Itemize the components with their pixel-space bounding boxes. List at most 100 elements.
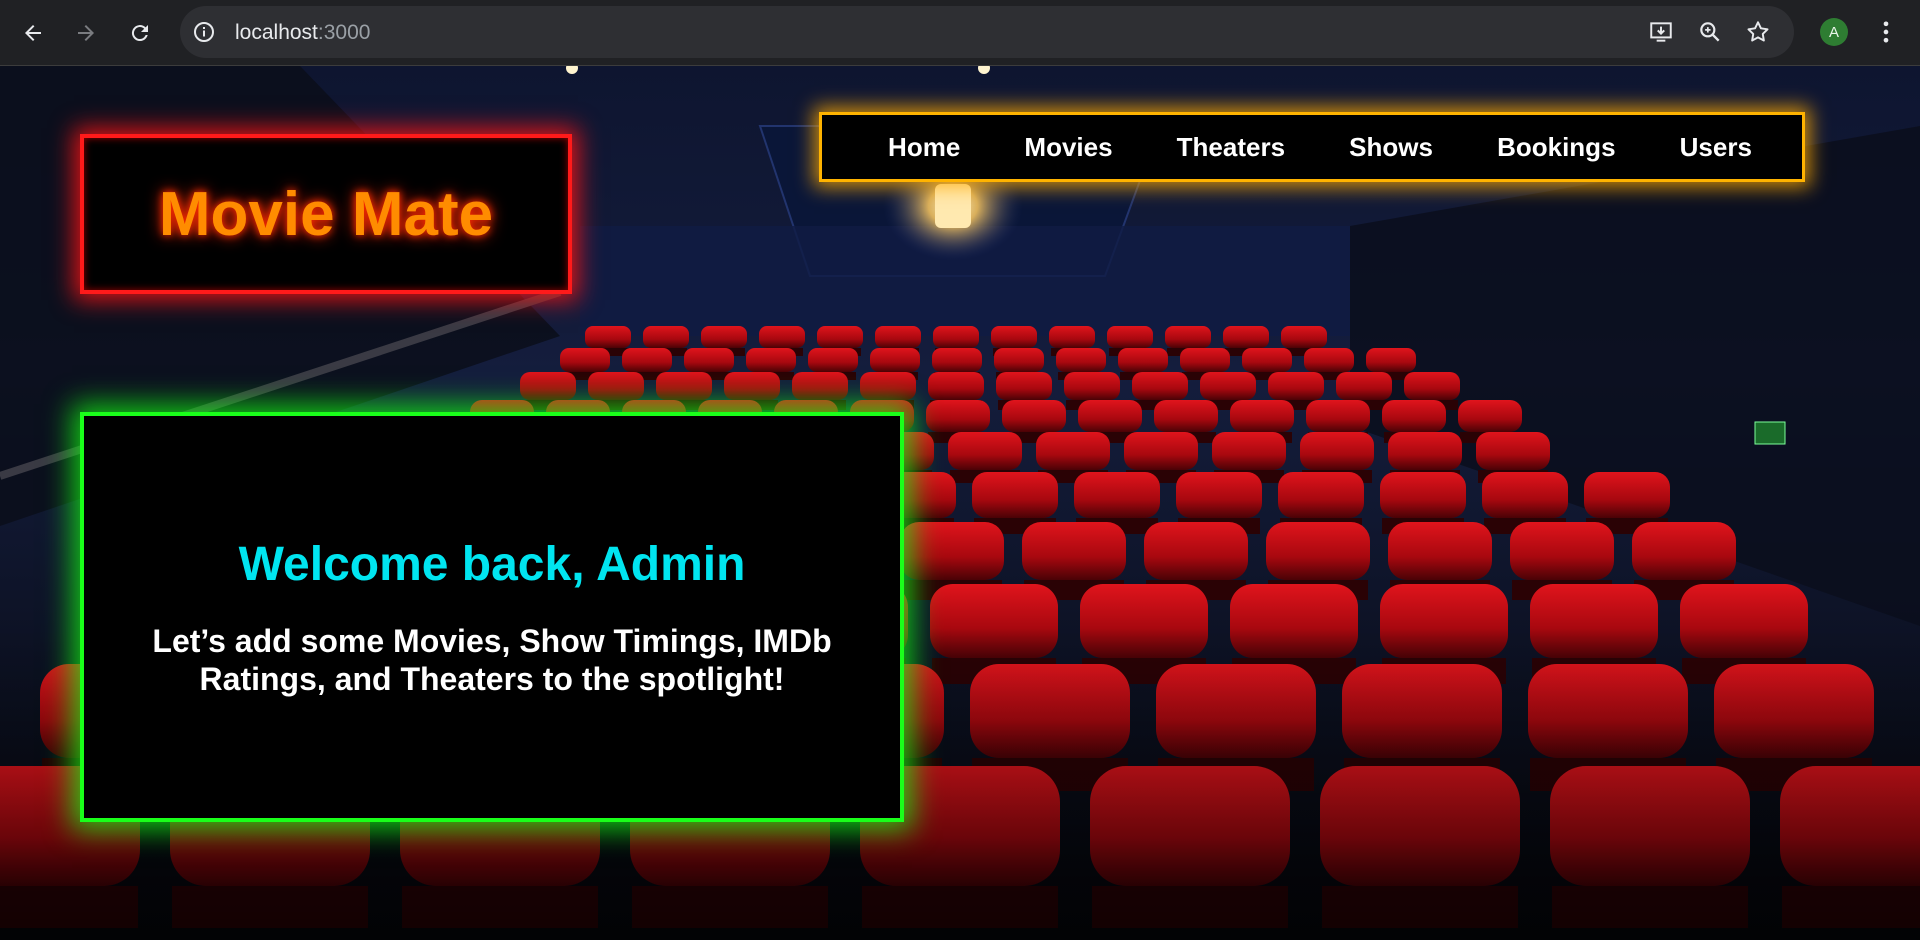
seat-decoration: [972, 472, 1058, 518]
seat-decoration: [900, 522, 1004, 580]
seat-decoration: [792, 372, 848, 400]
seat-decoration: [1336, 372, 1392, 400]
main-navigation: Home Movies Theaters Shows Bookings User…: [819, 112, 1805, 182]
seat-decoration: [1049, 326, 1095, 348]
page-viewport: Movie Mate Home Movies Theaters Shows Bo…: [0, 66, 1920, 940]
nav-theaters[interactable]: Theaters: [1177, 132, 1285, 163]
seat-decoration: [1036, 432, 1110, 470]
seat-decoration: [1200, 372, 1256, 400]
seat-decoration: [585, 326, 631, 348]
seat-decoration: [1242, 348, 1292, 372]
seat-decoration: [1476, 432, 1550, 470]
seat-decoration: [746, 348, 796, 372]
seat-decoration: [684, 348, 734, 372]
seat-decoration: [1107, 326, 1153, 348]
seat-decoration: [1382, 400, 1446, 432]
seat-decoration: [1281, 326, 1327, 348]
seat-decoration: [1180, 348, 1230, 372]
seat-decoration: [996, 372, 1052, 400]
brand-name: Movie Mate: [158, 179, 494, 249]
seat-decoration: [994, 348, 1044, 372]
seat-decoration: [1632, 522, 1736, 580]
brand-logo-box[interactable]: Movie Mate: [80, 134, 572, 294]
seat-decoration: [1074, 472, 1160, 518]
seat-decoration: [928, 372, 984, 400]
seat-decoration: [1223, 326, 1269, 348]
seat-decoration: [1022, 522, 1126, 580]
forward-arrow-icon: [78, 25, 94, 41]
seat-decoration: [1124, 432, 1198, 470]
seat-decoration: [932, 348, 982, 372]
profile-avatar[interactable]: A: [1820, 18, 1848, 46]
reload-icon: [131, 25, 148, 42]
kebab-menu-icon[interactable]: [1872, 18, 1900, 46]
zoom-icon[interactable]: [1697, 19, 1723, 45]
avatar-letter: A: [1828, 23, 1839, 41]
url-text[interactable]: localhost:3000: [235, 21, 370, 45]
seat-decoration: [1078, 400, 1142, 432]
nav-home[interactable]: Home: [888, 132, 960, 163]
reload-button[interactable]: [120, 13, 160, 53]
url-port: :3000: [317, 21, 371, 44]
seat-decoration: [1144, 522, 1248, 580]
nav-users[interactable]: Users: [1680, 132, 1752, 163]
install-app-icon[interactable]: [1648, 19, 1674, 45]
seat-decoration: [1132, 372, 1188, 400]
seat-decoration: [701, 326, 747, 348]
seat-decoration: [1118, 348, 1168, 372]
welcome-title: Welcome back, Admin: [238, 537, 746, 591]
seat-decoration: [926, 400, 990, 432]
address-bar[interactable]: localhost:3000: [180, 6, 1794, 58]
browser-toolbar: localhost:3000 A: [0, 0, 1920, 66]
seat-decoration: [817, 326, 863, 348]
seat-decoration: [724, 372, 780, 400]
nav-movies[interactable]: Movies: [1024, 132, 1112, 163]
url-host: localhost: [235, 21, 318, 44]
seat-decoration: [1268, 372, 1324, 400]
seat-decoration: [656, 372, 712, 400]
seat-decoration: [1176, 472, 1262, 518]
seat-decoration: [933, 326, 979, 348]
seat-decoration: [759, 326, 805, 348]
seat-decoration: [520, 372, 576, 400]
seat-decoration: [1212, 432, 1286, 470]
seat-decoration: [991, 326, 1037, 348]
bookmark-star-icon[interactable]: [1745, 19, 1771, 45]
welcome-subtitle: Let’s add some Movies, Show Timings, IMD…: [152, 622, 832, 697]
back-arrow-icon: [25, 25, 41, 41]
seat-decoration: [1388, 522, 1492, 580]
seat-decoration: [1300, 432, 1374, 470]
seat-decoration: [1458, 400, 1522, 432]
seat-decoration: [870, 348, 920, 372]
nav-bookings[interactable]: Bookings: [1497, 132, 1615, 163]
seat-decoration: [1584, 472, 1670, 518]
seat-decoration: [1306, 400, 1370, 432]
seat-decoration: [1165, 326, 1211, 348]
seat-decoration: [622, 348, 672, 372]
seat-decoration: [1404, 372, 1460, 400]
seat-decoration: [1510, 522, 1614, 580]
seat-decoration: [588, 372, 644, 400]
seat-decoration: [1304, 348, 1354, 372]
welcome-panel: Welcome back, Admin Let’s add some Movie…: [80, 412, 904, 822]
seat-decoration: [860, 372, 916, 400]
seat-decoration: [643, 326, 689, 348]
seat-decoration: [1482, 472, 1568, 518]
seat-decoration: [1266, 522, 1370, 580]
seat-decoration: [875, 326, 921, 348]
seat-decoration: [1064, 372, 1120, 400]
seat-decoration: [808, 348, 858, 372]
site-info-icon[interactable]: [192, 20, 216, 44]
seat-decoration: [1230, 400, 1294, 432]
seat-decoration: [1366, 348, 1416, 372]
seat-decoration: [1388, 432, 1462, 470]
seat-decoration: [1154, 400, 1218, 432]
seat-decoration: [1002, 400, 1066, 432]
seat-decoration: [560, 348, 610, 372]
seat-decoration: [1278, 472, 1364, 518]
seat-decoration: [948, 432, 1022, 470]
forward-button[interactable]: [66, 13, 106, 53]
seat-decoration: [1380, 472, 1466, 518]
back-button[interactable]: [13, 13, 53, 53]
nav-shows[interactable]: Shows: [1349, 132, 1433, 163]
